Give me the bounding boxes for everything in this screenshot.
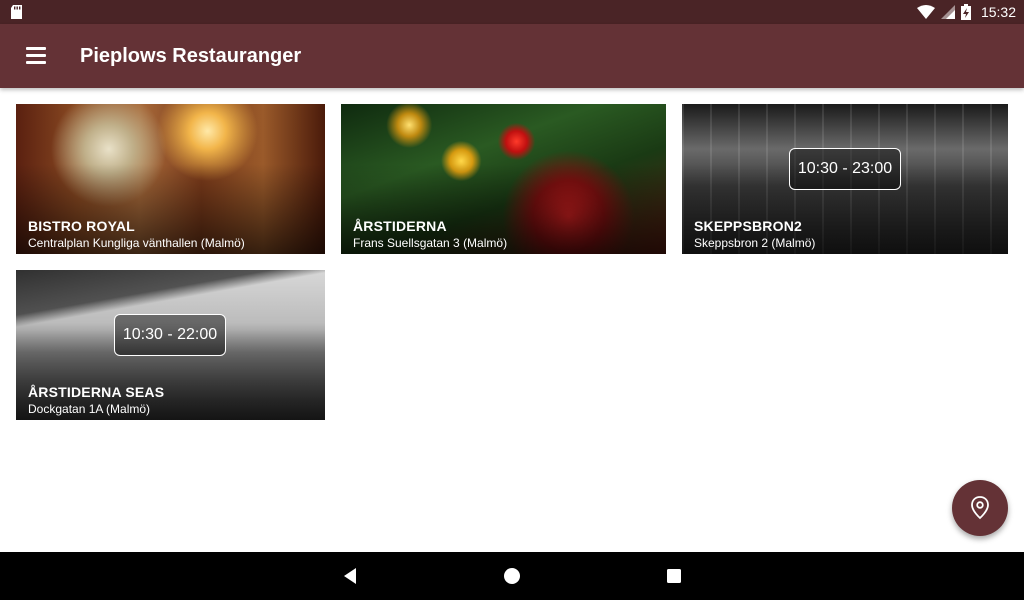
map-pin-icon <box>971 496 989 520</box>
app-title: Pieplows Restauranger <box>80 45 302 67</box>
home-icon[interactable] <box>500 564 524 588</box>
battery-charging-icon <box>960 4 971 20</box>
restaurant-address: Dockgatan 1A (Malmö) <box>28 402 151 416</box>
restaurant-address: Centralplan Kungliga vänthallen (Malmö) <box>28 236 245 250</box>
recents-icon[interactable] <box>662 564 686 588</box>
restaurant-card-arstiderna[interactable]: ÅRSTIDERNA Frans Suellsgatan 3 (Malmö) <box>341 104 666 254</box>
restaurant-card-bistro-royal[interactable]: BISTRO ROYAL Centralplan Kungliga väntha… <box>16 104 325 254</box>
restaurant-address: Frans Suellsgatan 3 (Malmö) <box>353 236 508 250</box>
cell-signal-icon <box>940 5 955 19</box>
map-fab-button[interactable] <box>952 480 1008 536</box>
system-nav-bar <box>0 552 1024 600</box>
hamburger-menu-icon[interactable] <box>16 44 56 68</box>
status-time: 15:32 <box>980 4 1016 20</box>
restaurant-name: ÅRSTIDERNA SEAS <box>28 384 165 400</box>
restaurant-card-skeppsbron2[interactable]: 10:30 - 23:00 SKEPPSBRON2 Skeppsbron 2 (… <box>682 104 1008 254</box>
app-bar: Pieplows Restauranger <box>0 24 1024 88</box>
opening-hours-badge: 10:30 - 22:00 <box>114 314 226 356</box>
restaurant-card-arstiderna-seas[interactable]: 10:30 - 22:00 ÅRSTIDERNA SEAS Dockgatan … <box>16 270 325 420</box>
back-icon[interactable] <box>338 564 362 588</box>
restaurant-name: SKEPPSBRON2 <box>694 218 803 234</box>
wifi-icon <box>916 5 935 19</box>
restaurant-name: BISTRO ROYAL <box>28 218 135 234</box>
opening-hours-badge: 10:30 - 23:00 <box>789 148 901 190</box>
restaurant-address: Skeppsbron 2 (Malmö) <box>694 236 816 250</box>
restaurant-name: ÅRSTIDERNA <box>353 218 447 234</box>
sd-card-icon <box>11 5 22 19</box>
status-bar: 15:32 <box>0 0 1024 24</box>
